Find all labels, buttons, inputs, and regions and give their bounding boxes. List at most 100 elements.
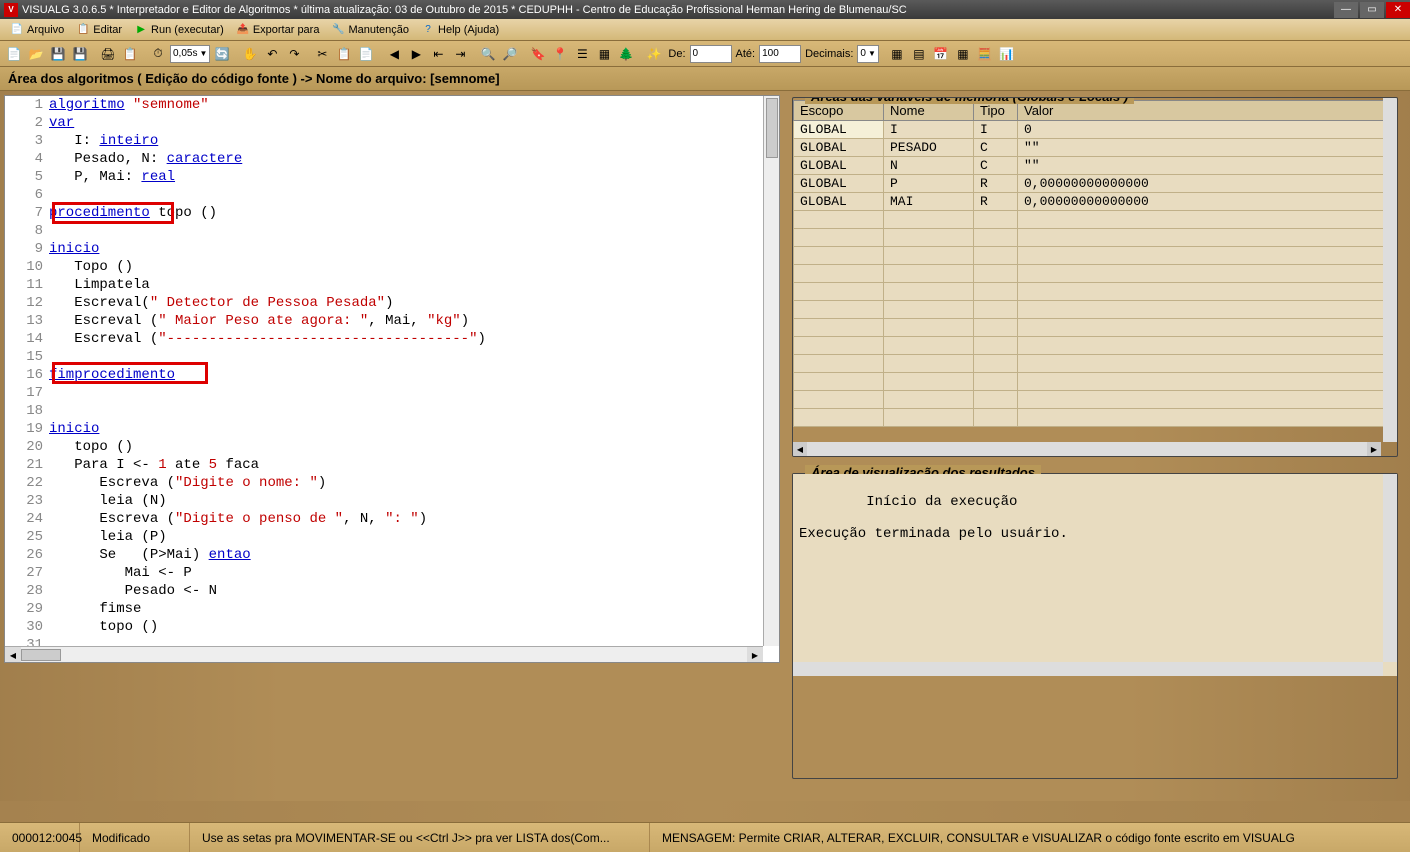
line-number: 22 [5, 474, 49, 492]
replace-button[interactable]: 🔎 [500, 44, 520, 64]
menu-editar[interactable]: 📋Editar [70, 19, 128, 40]
results-hscrollbar[interactable] [793, 662, 1383, 676]
code-line[interactable]: 13 Escreval (" Maior Peso ate agora: ", … [5, 312, 779, 330]
maintenance-icon: 🔧 [331, 23, 345, 37]
minimize-button[interactable]: — [1334, 2, 1358, 18]
code-vscrollbar[interactable] [763, 96, 779, 646]
code-line[interactable]: 23 leia (N) [5, 492, 779, 510]
code-line[interactable]: 11 Limpatela [5, 276, 779, 294]
code-line[interactable]: 15 [5, 348, 779, 366]
code-line[interactable]: 27 Mai <- P [5, 564, 779, 582]
grid2-button[interactable]: ▦ [953, 44, 973, 64]
refresh-button[interactable]: 🔄 [212, 44, 232, 64]
menu-help[interactable]: ?Help (Ajuda) [415, 19, 505, 40]
var-row-empty [794, 355, 1397, 373]
code-line[interactable]: 14 Escreval ("--------------------------… [5, 330, 779, 348]
new-button[interactable]: 📄 [4, 44, 24, 64]
code-line[interactable]: 3 I: inteiro [5, 132, 779, 150]
vars-hscrollbar[interactable]: ◀ ▶ [793, 442, 1381, 456]
scroll-left-icon[interactable]: ◀ [793, 442, 807, 456]
var-row[interactable]: GLOBALII0 [794, 121, 1397, 139]
line-text: Escreval (" Maior Peso ate agora: ", Mai… [49, 312, 779, 330]
redo-button[interactable]: ↷ [284, 44, 304, 64]
copy-button[interactable]: 📋 [334, 44, 354, 64]
var-row[interactable]: GLOBALPESADOC"" [794, 139, 1397, 157]
code-line[interactable]: 17 [5, 384, 779, 402]
code-line[interactable]: 8 [5, 222, 779, 240]
preview-button[interactable]: 📋 [120, 44, 140, 64]
code-line[interactable]: 7procedimento topo () [5, 204, 779, 222]
vars-vscrollbar[interactable] [1383, 98, 1397, 442]
code-line[interactable]: 29 fimse [5, 600, 779, 618]
stats-button[interactable]: 📊 [997, 44, 1017, 64]
scroll-left-icon[interactable]: ◀ [5, 647, 21, 663]
calendar-button[interactable]: 📅 [931, 44, 951, 64]
hand-button[interactable]: ✋ [240, 44, 260, 64]
timer-combo[interactable]: 0,05s▼ [170, 45, 210, 63]
code-line[interactable]: 18 [5, 402, 779, 420]
goto-button[interactable]: 📍 [550, 44, 570, 64]
code-line[interactable]: 19inicio [5, 420, 779, 438]
var-cell-nome: I [884, 121, 974, 139]
code-line[interactable]: 31 [5, 636, 779, 646]
scroll-right-icon[interactable]: ▶ [1367, 442, 1381, 456]
code-line[interactable]: 9inicio [5, 240, 779, 258]
code-line[interactable]: 12 Escreval(" Detector de Pessoa Pesada"… [5, 294, 779, 312]
find-button[interactable]: 🔍 [478, 44, 498, 64]
code-line[interactable]: 24 Escreva ("Digite o penso de ", N, ": … [5, 510, 779, 528]
indent-right-button[interactable]: ▶ [406, 44, 426, 64]
grid-button[interactable]: ▦ [594, 44, 614, 64]
tree-button[interactable]: 🌲 [616, 44, 636, 64]
table-button[interactable]: ▦ [887, 44, 907, 64]
code-line[interactable]: 1algoritmo "semnome" [5, 96, 779, 114]
var-row-empty [794, 283, 1397, 301]
timer-icon[interactable]: ⏱ [148, 44, 168, 64]
saveas-button[interactable]: 💾 [70, 44, 90, 64]
code-line[interactable]: 2var [5, 114, 779, 132]
code-line[interactable]: 26 Se (P>Mai) entao [5, 546, 779, 564]
code-line[interactable]: 5 P, Mai: real [5, 168, 779, 186]
hscroll-thumb[interactable] [21, 649, 61, 661]
code-line[interactable]: 20 topo () [5, 438, 779, 456]
paste-button[interactable]: 📄 [356, 44, 376, 64]
menu-exportar[interactable]: 📤Exportar para [230, 19, 326, 40]
code-line[interactable]: 28 Pesado <- N [5, 582, 779, 600]
de-input[interactable] [690, 45, 732, 63]
menu-arquivo[interactable]: 📄Arquivo [4, 19, 70, 40]
vars-button[interactable]: ▤ [909, 44, 929, 64]
var-row[interactable]: GLOBALMAIR0,00000000000000 [794, 193, 1397, 211]
code-line[interactable]: 16fimprocedimento [5, 366, 779, 384]
code-hscrollbar[interactable]: ◀ ▶ [5, 646, 763, 662]
var-row[interactable]: GLOBALPR0,00000000000000 [794, 175, 1397, 193]
ate-input[interactable] [759, 45, 801, 63]
cut-button[interactable]: ✂ [312, 44, 332, 64]
code-line[interactable]: 10 Topo () [5, 258, 779, 276]
list-button[interactable]: ☰ [572, 44, 592, 64]
var-row[interactable]: GLOBALNC"" [794, 157, 1397, 175]
bookmark-button[interactable]: 🔖 [528, 44, 548, 64]
code-line[interactable]: 22 Escreva ("Digite o nome: ") [5, 474, 779, 492]
save-button[interactable]: 💾 [48, 44, 68, 64]
print-button[interactable]: 🖨 [98, 44, 118, 64]
code-line[interactable]: 21 Para I <- 1 ate 5 faca [5, 456, 779, 474]
code-line[interactable]: 4 Pesado, N: caractere [5, 150, 779, 168]
vscroll-thumb[interactable] [766, 98, 778, 158]
code-line[interactable]: 6 [5, 186, 779, 204]
menu-run[interactable]: ▶Run (executar) [128, 19, 230, 40]
wand-button[interactable]: ✨ [644, 44, 664, 64]
dec-combo[interactable]: 0▼ [857, 45, 878, 63]
code-line[interactable]: 25 leia (P) [5, 528, 779, 546]
indent-button[interactable]: ⇥ [450, 44, 470, 64]
scroll-right-icon[interactable]: ▶ [747, 647, 763, 663]
code-line[interactable]: 30 topo () [5, 618, 779, 636]
results-vscrollbar[interactable] [1383, 474, 1397, 662]
undo-button[interactable]: ↶ [262, 44, 282, 64]
open-button[interactable]: 📂 [26, 44, 46, 64]
outdent-button[interactable]: ⇤ [428, 44, 448, 64]
code-editor[interactable]: 1algoritmo "semnome"2var3 I: inteiro4 Pe… [4, 95, 780, 663]
close-button[interactable]: ✕ [1386, 2, 1410, 18]
abacus-button[interactable]: 🧮 [975, 44, 995, 64]
indent-left-button[interactable]: ◀ [384, 44, 404, 64]
maximize-button[interactable]: ▭ [1360, 2, 1384, 18]
menu-manutencao[interactable]: 🔧Manutenção [325, 19, 415, 40]
